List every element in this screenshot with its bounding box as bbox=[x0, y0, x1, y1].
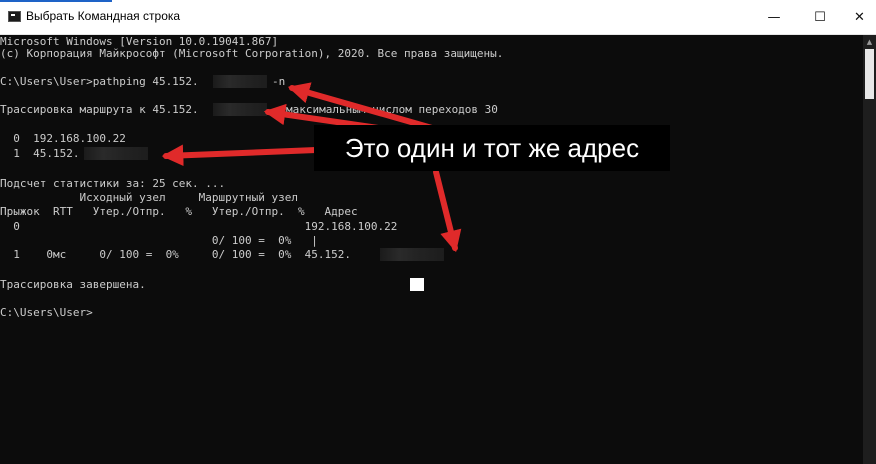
hop-0: 0 192.168.100.22 bbox=[0, 132, 126, 145]
trace-line: Трассировка маршрута к 45.152. bbox=[0, 103, 199, 116]
column-header-1: Исходный узел Маршрутный узел bbox=[0, 191, 299, 204]
column-header-2: Прыжок RTT Утер./Отпр. % Утер./Отпр. % А… bbox=[0, 205, 358, 218]
window-title: Выбрать Командная строка bbox=[26, 9, 181, 23]
command-line: C:\Users\User>pathping 45.152. bbox=[0, 75, 199, 88]
trace-line-suffix: максимальным числом переходов 30 bbox=[286, 103, 498, 116]
scrollbar-thumb[interactable] bbox=[865, 49, 874, 99]
text-cursor bbox=[410, 278, 424, 291]
stats-row-link: 0/ 100 = 0% | bbox=[0, 234, 318, 247]
minimize-button[interactable]: — bbox=[751, 0, 797, 34]
vertical-scrollbar[interactable]: ▲ bbox=[863, 35, 876, 464]
console-output[interactable]: Microsoft Windows [Version 10.0.19041.86… bbox=[0, 35, 863, 464]
command-flag: -n bbox=[272, 75, 286, 88]
cmd-app-icon bbox=[8, 11, 21, 22]
title-bar: Выбрать Командная строка — ☐ ✕ bbox=[0, 0, 876, 35]
scroll-up-arrow-icon[interactable]: ▲ bbox=[863, 35, 876, 49]
redacted-ip-command bbox=[213, 75, 267, 88]
stats-row-0: 0 192.168.100.22 bbox=[0, 220, 398, 233]
stats-header: Подсчет статистики за: 25 сек. ... bbox=[0, 177, 226, 190]
stats-row-1: 1 0мс 0/ 100 = 0% 0/ 100 = 0% 45.152. bbox=[0, 248, 351, 261]
prompt-line: C:\Users\User> bbox=[0, 306, 93, 319]
annotation-callout: Это один и тот же адрес bbox=[314, 125, 670, 171]
hop-1: 1 45.152. bbox=[0, 147, 80, 160]
redacted-ip-hop bbox=[84, 147, 148, 160]
taskbar-accent bbox=[0, 0, 112, 2]
close-button[interactable]: ✕ bbox=[843, 0, 876, 34]
maximize-button[interactable]: ☐ bbox=[797, 0, 843, 34]
copyright-line: (c) Корпорация Майкрософт (Microsoft Cor… bbox=[0, 47, 504, 60]
redacted-ip-trace bbox=[213, 103, 267, 116]
trace-complete-line: Трассировка завершена. bbox=[0, 278, 146, 291]
redacted-ip-stats bbox=[380, 248, 444, 261]
